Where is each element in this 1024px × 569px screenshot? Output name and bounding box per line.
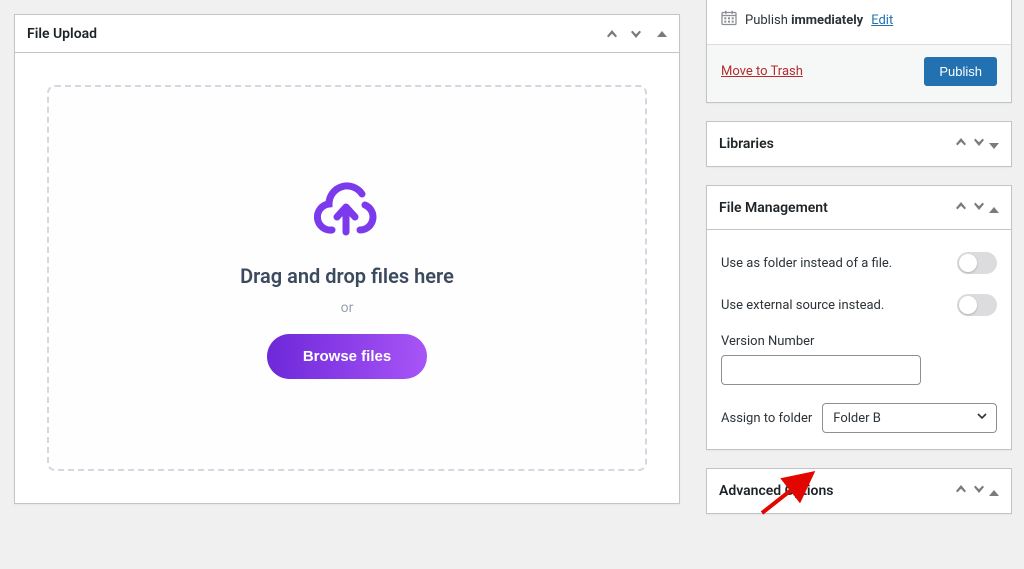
assign-to-folder-value: Folder B xyxy=(833,411,881,426)
libraries-metabox: Libraries xyxy=(706,121,1012,167)
publish-schedule-edit-link[interactable]: Edit xyxy=(871,13,893,28)
version-number-label: Version Number xyxy=(721,334,997,349)
assign-to-folder-row: Assign to folder Folder B xyxy=(721,393,997,437)
use-external-row: Use external source instead. xyxy=(721,284,997,326)
publish-schedule-text: Publish immediately xyxy=(745,13,863,28)
cloud-upload-icon xyxy=(312,178,382,242)
move-down-icon[interactable] xyxy=(972,199,986,213)
advanced-options-title: Advanced Options xyxy=(719,483,833,499)
assign-to-folder-label: Assign to folder xyxy=(721,411,812,426)
use-external-toggle[interactable] xyxy=(957,294,997,316)
collapse-toggle-icon[interactable] xyxy=(989,490,999,496)
file-upload-panel: File Upload xyxy=(14,14,680,504)
browse-files-button[interactable]: Browse files xyxy=(267,334,427,379)
file-management-header: File Management xyxy=(707,186,1011,230)
publish-schedule-row: Publish immediately Edit xyxy=(707,0,1011,44)
advanced-options-metabox: Advanced Options xyxy=(706,468,1012,514)
move-down-icon[interactable] xyxy=(972,482,986,496)
file-upload-header: File Upload xyxy=(15,15,679,53)
sidebar: Publish immediately Edit Move to Trash P… xyxy=(706,0,1012,532)
libraries-controls xyxy=(954,135,999,153)
dropzone-or: or xyxy=(341,300,354,316)
expand-toggle-icon[interactable] xyxy=(989,143,999,149)
use-external-label: Use external source instead. xyxy=(721,298,884,313)
move-up-icon[interactable] xyxy=(954,135,968,149)
advanced-options-controls xyxy=(954,482,999,500)
move-down-icon[interactable] xyxy=(972,135,986,149)
chevron-down-icon xyxy=(976,410,988,426)
calendar-icon xyxy=(721,10,737,30)
publish-metabox: Publish immediately Edit Move to Trash P… xyxy=(706,0,1012,103)
publish-button[interactable]: Publish xyxy=(924,57,997,86)
collapse-toggle-icon[interactable] xyxy=(989,207,999,213)
version-number-input[interactable] xyxy=(721,355,921,385)
version-number-row: Version Number xyxy=(721,326,997,393)
file-upload-controls xyxy=(605,27,667,41)
dropzone-title: Drag and drop files here xyxy=(240,264,454,288)
file-upload-title: File Upload xyxy=(27,26,97,42)
publish-actions: Move to Trash Publish xyxy=(707,44,1011,102)
use-as-folder-label: Use as folder instead of a file. xyxy=(721,256,892,271)
move-up-icon[interactable] xyxy=(954,482,968,496)
assign-to-folder-select[interactable]: Folder B xyxy=(822,403,997,433)
libraries-header: Libraries xyxy=(707,122,1011,166)
file-management-body: Use as folder instead of a file. Use ext… xyxy=(707,230,1011,449)
use-as-folder-row: Use as folder instead of a file. xyxy=(721,242,997,284)
move-up-icon[interactable] xyxy=(605,27,619,41)
file-upload-body: Drag and drop files here or Browse files xyxy=(15,53,679,503)
file-management-metabox: File Management Use as folder instead of… xyxy=(706,185,1012,450)
dropzone[interactable]: Drag and drop files here or Browse files xyxy=(47,85,647,471)
move-to-trash-link[interactable]: Move to Trash xyxy=(721,64,803,79)
move-up-icon[interactable] xyxy=(954,199,968,213)
use-as-folder-toggle[interactable] xyxy=(957,252,997,274)
collapse-toggle-icon[interactable] xyxy=(657,31,667,37)
move-down-icon[interactable] xyxy=(629,27,643,41)
libraries-title: Libraries xyxy=(719,136,774,152)
file-management-title: File Management xyxy=(719,200,828,216)
advanced-options-header: Advanced Options xyxy=(707,469,1011,513)
file-management-controls xyxy=(954,199,999,217)
